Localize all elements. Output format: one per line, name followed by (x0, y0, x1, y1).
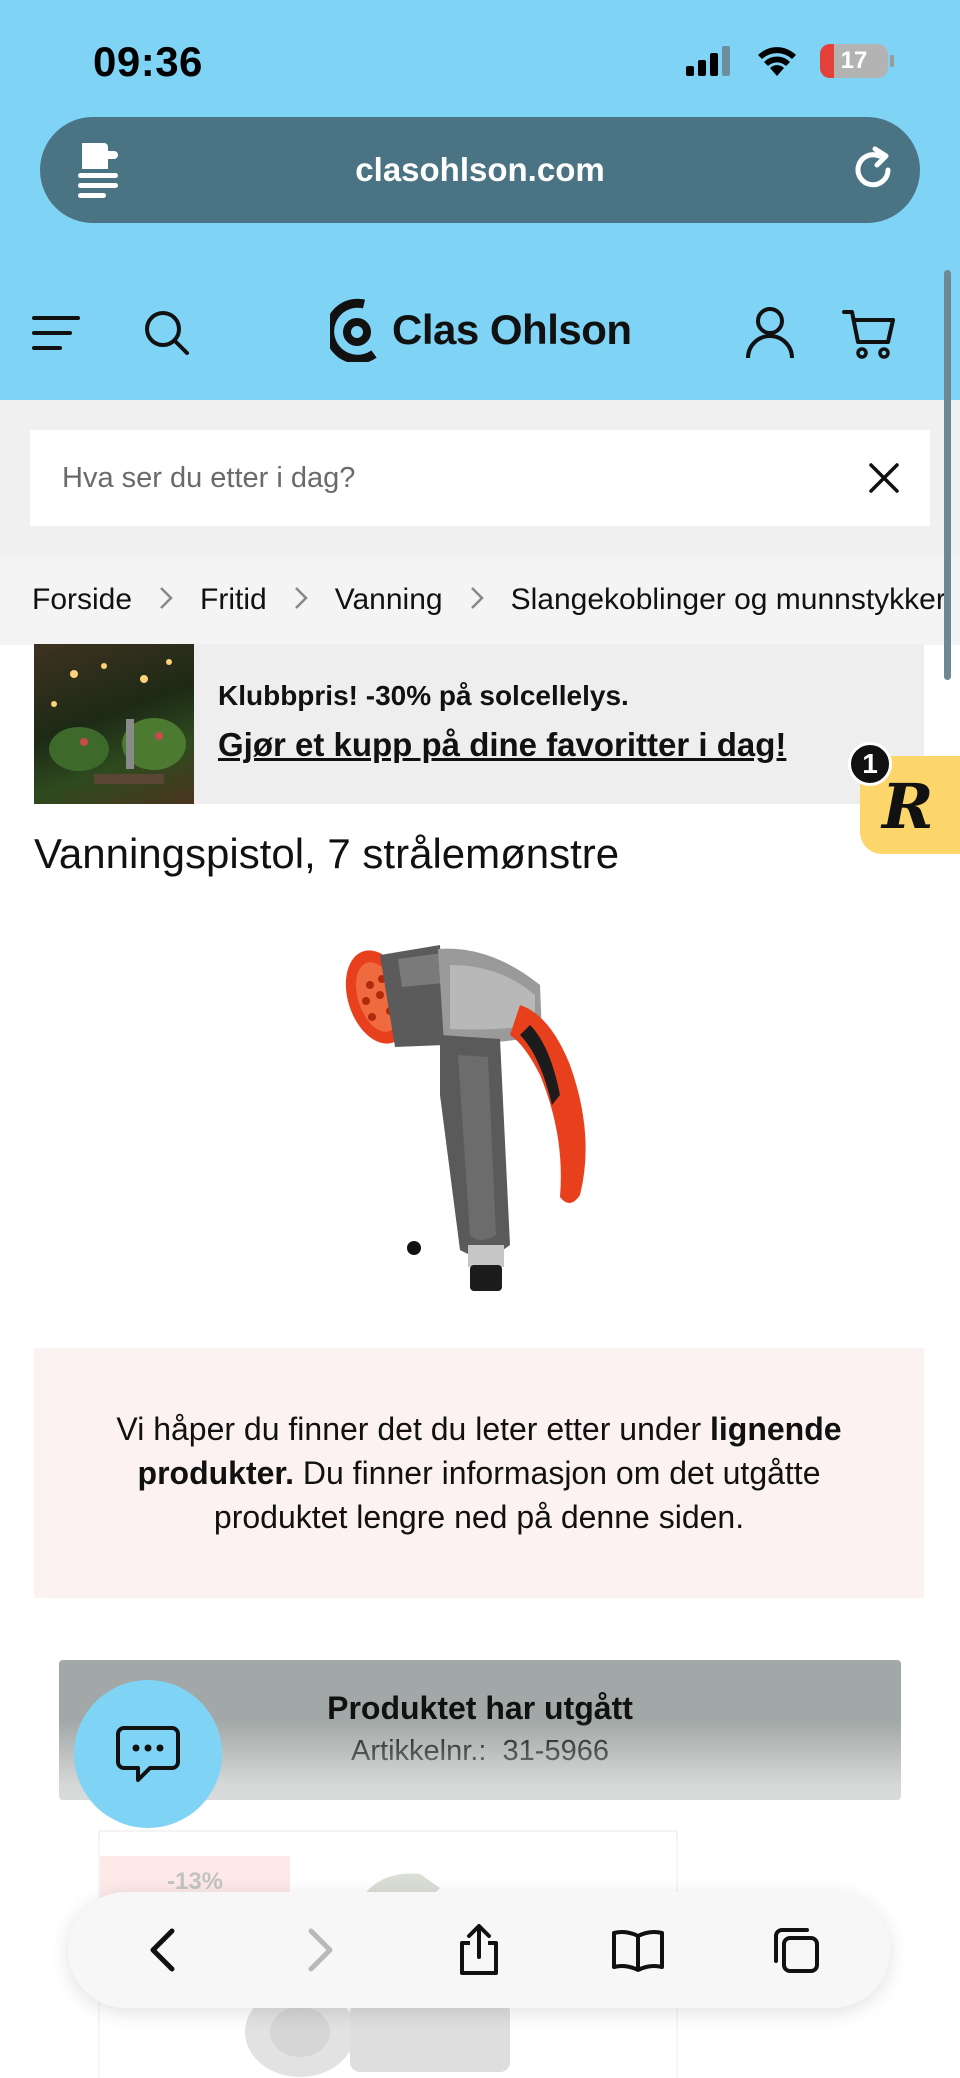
battery-level: 17 (840, 47, 868, 74)
reload-icon[interactable] (848, 145, 898, 195)
page-scrollbar[interactable] (944, 270, 951, 680)
breadcrumb-item-slangekoblinger[interactable]: Slangekoblinger og munnstykker (511, 583, 946, 617)
breadcrumb-item-vanning[interactable]: Vanning (335, 583, 443, 617)
bookmarks-button[interactable] (602, 1914, 674, 1986)
url-text[interactable]: clasohlson.com (355, 151, 604, 189)
breadcrumb-item-fritid[interactable]: Fritid (200, 583, 267, 617)
promo-image (34, 644, 194, 804)
search-icon[interactable] (144, 310, 190, 356)
cart-icon[interactable] (842, 308, 896, 360)
clas-ohlson-logo-icon (330, 298, 377, 362)
address-bar[interactable]: clasohlson.com (40, 117, 920, 223)
carousel-dot[interactable] (407, 1241, 421, 1255)
notice-text-end: Du finner informasjon om det utgåtte pro… (213, 1455, 821, 1535)
breadcrumb: Forside Fritid Vanning Slangekoblinger o… (0, 555, 960, 645)
similar-products-notice: Vi håper du finner det du leter etter un… (34, 1348, 924, 1598)
account-icon[interactable] (746, 306, 794, 360)
search-box[interactable] (30, 430, 930, 526)
chevron-right-icon (158, 585, 174, 616)
bookmarks-icon (611, 1930, 664, 1972)
back-icon (150, 1928, 175, 1972)
article-number-value: 31-5966 (502, 1735, 609, 1767)
site-header: Clas Ohlson (0, 268, 960, 400)
promo-banner[interactable]: Klubbpris! -30% på solcellelys. Gjør et … (34, 644, 924, 804)
article-number-label: Artikkelnr.: (351, 1735, 487, 1767)
forward-button[interactable] (285, 1914, 357, 1986)
chat-icon (116, 1726, 180, 1782)
close-icon[interactable] (868, 462, 900, 494)
tabs-button[interactable] (760, 1914, 832, 1986)
battery-tip (890, 55, 894, 67)
logo-text: Clas Ohlson (392, 306, 632, 353)
reader-icon[interactable] (76, 139, 124, 199)
browser-toolbar (68, 1892, 890, 2008)
site-logo[interactable]: Clas Ohlson (330, 298, 632, 362)
breadcrumb-item-forside[interactable]: Forside (32, 583, 132, 617)
menu-icon[interactable] (32, 314, 80, 352)
search-section (0, 400, 960, 555)
signal-icon (686, 46, 730, 76)
share-icon (460, 1924, 498, 1975)
rewards-logo-icon: R (882, 770, 934, 843)
tabs-icon (774, 1928, 819, 1973)
share-button[interactable] (443, 1914, 515, 1986)
search-input[interactable] (62, 461, 822, 495)
chevron-right-icon (469, 585, 485, 616)
battery-icon: 17 (820, 44, 888, 78)
product-title: Vanningspistol, 7 strålemønstre (34, 830, 620, 877)
rewards-count-badge: 1 (848, 742, 892, 786)
status-time: 09:36 (93, 38, 203, 85)
wifi-icon (758, 47, 796, 76)
notice-text-start: Vi håper du finner det du leter etter un… (116, 1411, 710, 1447)
chevron-right-icon (293, 585, 309, 616)
status-icons: 17 (686, 44, 894, 78)
promo-headline: Klubbpris! -30% på solcellelys. (218, 680, 629, 711)
forward-icon (308, 1928, 332, 1972)
product-image[interactable] (320, 935, 640, 1295)
back-button[interactable] (126, 1914, 198, 1986)
chat-button[interactable] (74, 1680, 222, 1828)
promo-link[interactable]: Gjør et kupp på dine favoritter i dag! (218, 726, 786, 764)
